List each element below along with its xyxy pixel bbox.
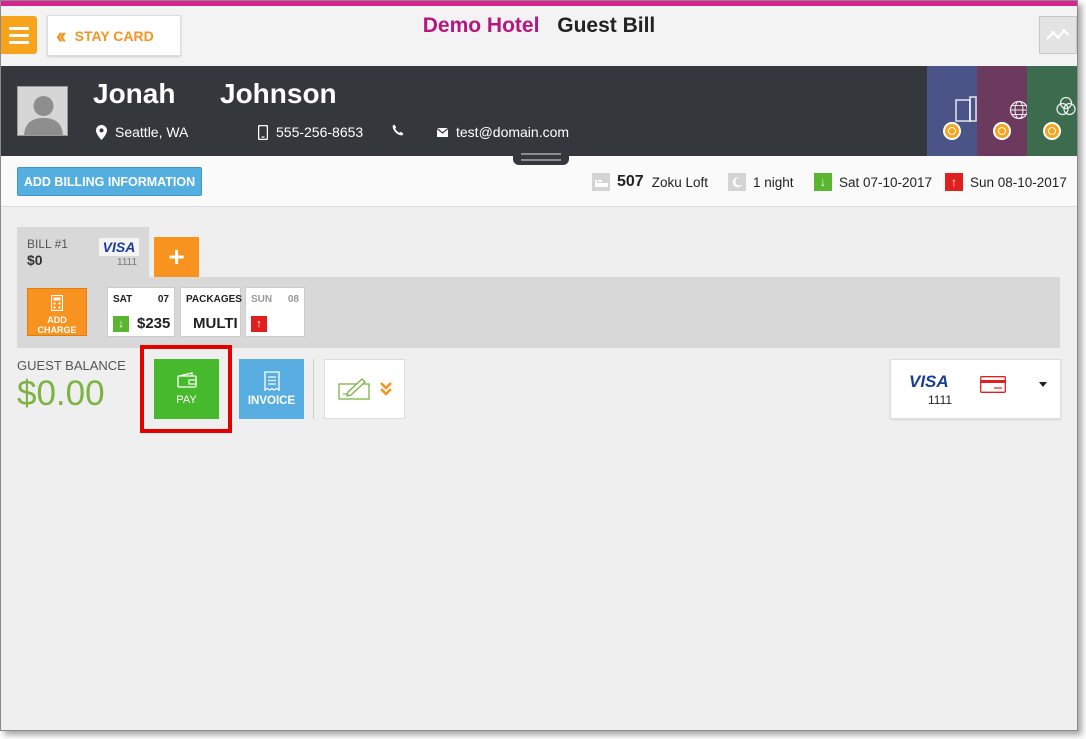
day-date: 08 — [287, 294, 299, 305]
guest-avatar[interactable] — [17, 86, 68, 136]
bed-icon — [592, 173, 610, 191]
caret-down-icon — [1039, 382, 1047, 387]
guest-header: Jonah Johnson Seattle, WA 555-256-8653 t… — [1, 66, 1077, 156]
day-label: SAT — [113, 294, 133, 305]
arrow-down-icon: ↓ — [113, 316, 129, 332]
guest-email-text: test@domain.com — [456, 124, 570, 140]
guest-location-text: Seattle, WA — [115, 124, 189, 140]
guest-balance-amount: $0.00 — [17, 374, 105, 413]
loyalty-programs — [927, 66, 1077, 156]
top-bar: ‹‹ STAY CARD Demo Hotel Guest Bill — [1, 6, 1077, 66]
payment-card-digits: 1111 — [928, 393, 953, 407]
day-column-sun[interactable]: SUN 08 ↑ — [245, 287, 305, 337]
loyalty-card-rewards[interactable] — [1027, 66, 1077, 156]
guest-first-name: Jonah — [93, 78, 176, 109]
guest-landline[interactable] — [392, 124, 404, 136]
action-divider — [313, 359, 314, 419]
day-label: SUN — [251, 294, 273, 305]
arrow-up-icon: ↑ — [251, 316, 267, 332]
app-window: ‹‹ STAY CARD Demo Hotel Guest Bill Jonah… — [0, 0, 1078, 731]
search-icon — [943, 122, 961, 140]
pay-label: PAY — [176, 394, 197, 406]
mobile-phone-icon — [258, 124, 268, 140]
day-amount: MULTI — [193, 315, 238, 332]
day-amount: $235 — [137, 315, 171, 332]
bill-amount: $0 — [27, 252, 43, 268]
guest-bill-title: Guest Bill — [557, 14, 656, 37]
add-charge-button[interactable]: ADD CHARGE — [27, 288, 87, 336]
arrival-info: ↓ Sat 07-10-2017 — [814, 173, 932, 191]
hamburger-line-icon — [9, 40, 29, 44]
nights-count: 1 night — [753, 174, 794, 190]
guest-location: Seattle, WA — [96, 124, 188, 140]
arrow-down-icon: ↓ — [814, 173, 832, 191]
day-column-sat[interactable]: SAT 07 ↓ $235 — [107, 287, 175, 337]
room-number: 507 — [617, 173, 644, 190]
person-silhouette-icon — [24, 96, 63, 135]
credit-card-icon — [980, 376, 1006, 393]
invoice-button[interactable]: INVOICE — [239, 359, 304, 419]
day-column-packages[interactable]: PACKAGES MULTI — [180, 287, 242, 337]
grip-line-icon — [521, 153, 561, 155]
wallet-icon — [176, 372, 197, 388]
circles-icon — [1056, 96, 1076, 116]
bill-tab-1[interactable]: BILL #1 $0 VISA 1111 — [17, 227, 149, 278]
guest-last-name: Johnson — [220, 78, 337, 109]
add-charge-label: ADD CHARGE — [37, 315, 77, 335]
visa-card-icon: VISA — [909, 372, 949, 391]
invoice-document-icon — [263, 371, 280, 391]
building-icon — [955, 96, 977, 122]
day-date: 07 — [157, 294, 169, 305]
nights-info: 1 night — [728, 173, 794, 191]
guest-phone: 555-256-8653 — [258, 124, 363, 140]
pay-button[interactable]: PAY — [154, 359, 219, 419]
arrow-up-icon: ↑ — [945, 173, 963, 191]
header-drawer-handle[interactable] — [513, 149, 569, 165]
day-label: PACKAGES — [186, 294, 242, 305]
charges-panel: ADD CHARGE SAT 07 ↓ $235 PACKAGES MULTI … — [17, 277, 1060, 348]
grip-line-icon — [521, 159, 561, 161]
add-bill-button[interactable]: + — [154, 237, 199, 277]
add-billing-information-button[interactable]: ADD BILLING INFORMATION — [17, 167, 202, 196]
search-icon — [1043, 122, 1061, 140]
check-payment-options-button[interactable] — [324, 359, 405, 419]
room-type: Zoku Loft — [651, 174, 708, 190]
guest-balance-label: GUEST BALANCE — [17, 358, 126, 373]
search-icon — [993, 122, 1011, 140]
map-pin-icon — [96, 124, 107, 140]
bill-name: BILL #1 — [27, 237, 68, 251]
line-graph-icon — [1046, 29, 1070, 40]
check-sign-icon — [337, 378, 370, 400]
guest-phone-text: 555-256-8653 — [276, 124, 364, 140]
arrival-date: Sat 07-10-2017 — [839, 174, 933, 190]
departure-date: Sun 08-10-2017 — [970, 174, 1067, 190]
payment-card-dropdown[interactable]: VISA 1111 — [890, 359, 1061, 419]
guest-email: test@domain.com — [437, 124, 569, 140]
loyalty-card-global[interactable] — [977, 66, 1029, 156]
bill-card-digits: 1111 — [117, 257, 138, 268]
visa-card-icon: VISA — [99, 238, 139, 256]
page-title: Demo Hotel Guest Bill — [1, 14, 1077, 38]
activity-graph-button[interactable] — [1039, 16, 1077, 54]
hotel-name: Demo Hotel — [422, 14, 540, 37]
calculator-icon — [51, 295, 63, 311]
phone-handset-icon — [392, 124, 404, 136]
double-chevron-down-icon — [379, 382, 392, 396]
globe-icon — [1009, 100, 1029, 120]
envelope-icon — [437, 127, 448, 137]
loyalty-card-hotel[interactable] — [927, 66, 977, 156]
room-info: 507 Zoku Loft — [592, 173, 708, 191]
departure-info: ↑ Sun 08-10-2017 — [945, 173, 1067, 191]
moon-icon — [728, 173, 746, 191]
invoice-label: INVOICE — [247, 395, 296, 407]
